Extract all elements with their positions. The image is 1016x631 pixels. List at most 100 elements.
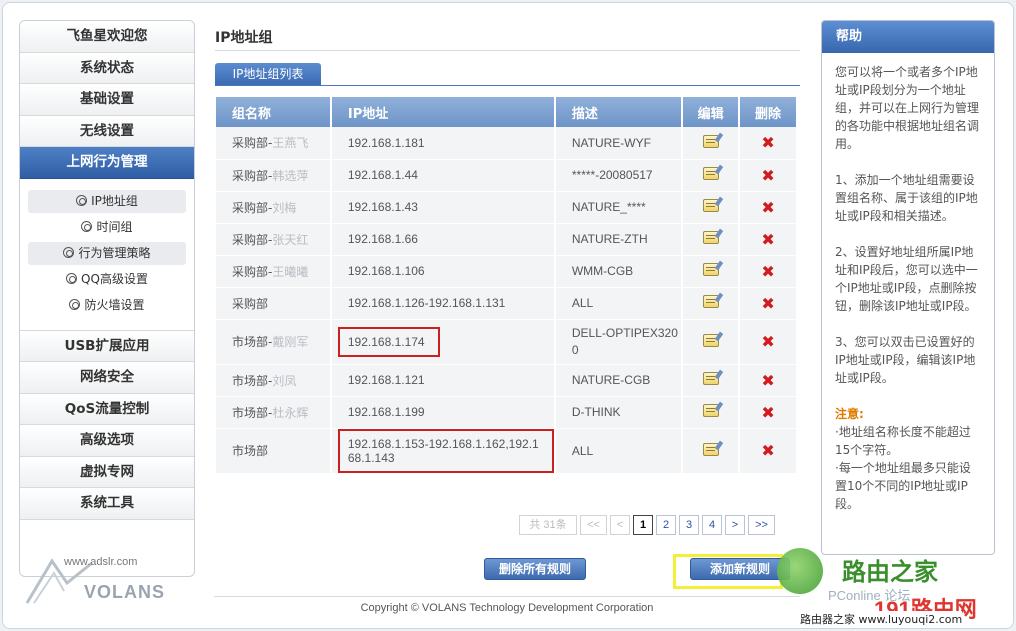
desc-cell: ALL — [554, 287, 684, 320]
table-row[interactable]: 市场部 192.168.1.153-192.168.1.162,192.1 68.… — [216, 428, 798, 474]
table-row[interactable]: 市场部-刘凤 192.168.1.121 NATURE-CGB ✖ — [216, 364, 798, 397]
edit-icon[interactable] — [702, 231, 719, 244]
sidebar: 飞鱼星欢迎您 系统状态 基础设置 无线设置 上网行为管理 IP地址组 时间组 行… — [19, 20, 195, 577]
column-header-ip: IP地址 — [330, 97, 556, 127]
group-name: 采购部- — [232, 168, 273, 183]
edit-icon[interactable] — [702, 442, 719, 456]
help-note: ·每一个地址组最多只能设置10个不同的IP地址或IP段。 — [835, 461, 971, 511]
help-body: 您可以将一个或者多个IP地址或IP段划分为一个地址组，并可以在上网行为管理的各功… — [822, 53, 994, 513]
edit-icon[interactable] — [702, 372, 719, 385]
divider — [215, 85, 800, 86]
delete-icon[interactable]: ✖ — [761, 133, 774, 152]
delete-icon[interactable]: ✖ — [761, 230, 774, 249]
desc-cell-wrap: 0 — [571, 342, 579, 357]
pager-page-4[interactable]: 4 — [702, 515, 722, 535]
edit-icon[interactable] — [702, 295, 719, 308]
ip-cell: 192.168.1.44 — [330, 159, 556, 192]
pager-page-2[interactable]: 2 — [656, 515, 676, 535]
edit-icon[interactable] — [702, 263, 719, 276]
desc-cell: NATURE-ZTH — [554, 223, 684, 256]
logo-url: www.adslr.com — [64, 556, 138, 568]
group-name: 采购部- — [232, 264, 273, 279]
help-paragraph: 2、设置好地址组所属IP地址和IP段后，您可以选中一个IP地址或IP段，点删除按… — [835, 245, 978, 313]
table-row[interactable]: 采购部-韩选萍 192.168.1.44 *****-20080517 ✖ — [216, 159, 798, 192]
edit-icon[interactable] — [702, 333, 719, 347]
add-rule-button[interactable]: 添加新规则 — [690, 558, 790, 580]
menu-item-behavior-management[interactable]: 上网行为管理 — [20, 147, 194, 179]
submenu-item-policies[interactable]: 行为管理策略 — [28, 241, 186, 265]
help-paragraph: 您可以将一个或者多个IP地址或IP段划分为一个地址组，并可以在上网行为管理的各功… — [835, 65, 980, 151]
group-name: 采购部- — [232, 200, 273, 215]
ip-cell: 192.168.1.106 — [330, 255, 556, 288]
delete-icon[interactable]: ✖ — [761, 198, 774, 217]
group-name-blurred: 韩选萍 — [272, 168, 309, 183]
radio-icon — [63, 246, 75, 258]
table-row[interactable]: 采购部-刘梅 192.168.1.43 NATURE_**** ✖ — [216, 191, 798, 224]
table-header: 组名称 IP地址 描述 编辑 删除 — [216, 97, 798, 127]
logo-brand: VOLANS — [84, 582, 166, 602]
submenu-item-ip-groups[interactable]: IP地址组 — [28, 189, 186, 213]
menu-item-qos[interactable]: QoS流量控制 — [20, 393, 194, 425]
pager-page-1[interactable]: 1 — [633, 515, 653, 535]
group-name: 市场部- — [232, 373, 273, 388]
menu-item-system-status[interactable]: 系统状态 — [20, 52, 194, 84]
table-row[interactable]: 采购部-张天红 192.168.1.66 NATURE-ZTH ✖ — [216, 223, 798, 256]
edit-icon[interactable] — [702, 199, 719, 212]
pager-page-3[interactable]: 3 — [679, 515, 699, 535]
delete-icon[interactable]: ✖ — [761, 441, 774, 460]
delete-icon[interactable]: ✖ — [761, 262, 774, 281]
menu-item-advanced[interactable]: 高级选项 — [20, 425, 194, 457]
table-row[interactable]: 市场部-杜永辉 192.168.1.199 D-THINK ✖ — [216, 396, 798, 429]
ip-cell: 192.168.1.181 — [330, 127, 556, 160]
edit-icon[interactable] — [702, 167, 719, 180]
menu-item-system-tools[interactable]: 系统工具 — [20, 488, 194, 520]
radio-icon — [76, 194, 88, 206]
pager-first-button[interactable]: << — [580, 515, 607, 535]
menu-item-usb[interactable]: USB扩展应用 — [20, 330, 194, 362]
group-name-blurred: 王曦曦 — [272, 264, 309, 279]
table-row[interactable]: 市场部-戴刚军 192.168.1.174 DELL-OPTIPEX320 0 ✖ — [216, 319, 798, 365]
menu-item-basic-settings[interactable]: 基础设置 — [20, 84, 194, 116]
delete-icon[interactable]: ✖ — [761, 166, 774, 185]
group-name-blurred: 杜永辉 — [272, 405, 309, 420]
submenu-item-time-groups[interactable]: 时间组 — [28, 216, 186, 239]
table-row[interactable]: 采购部-王曦曦 192.168.1.106 WMM-CGB ✖ — [216, 255, 798, 288]
desc-cell: *****-20080517 — [554, 159, 684, 192]
group-name: 市场部- — [232, 335, 273, 349]
menu-item-network-security[interactable]: 网络安全 — [20, 362, 194, 394]
radio-icon — [81, 220, 93, 232]
ip-group-table: 组名称 IP地址 描述 编辑 删除 采购部-王燕飞 192.168.1.181 … — [216, 97, 798, 474]
menu-item-wireless-settings[interactable]: 无线设置 — [20, 115, 194, 147]
edit-icon[interactable] — [702, 404, 719, 417]
desc-cell: D-THINK — [554, 396, 684, 429]
pager-last-button[interactable]: >> — [748, 515, 775, 535]
desc-cell: NATURE_**** — [554, 191, 684, 224]
column-header-delete: 删除 — [739, 97, 798, 127]
help-paragraph: 1、添加一个地址组需要设置组名称、属于该组的IP地址或IP段和相关描述。 — [835, 173, 978, 223]
table-row[interactable]: 采购部 192.168.1.126-192.168.1.131 ALL ✖ — [216, 287, 798, 320]
pager-prev-button[interactable]: < — [610, 515, 630, 535]
desc-cell: NATURE-CGB — [554, 364, 684, 397]
submenu-label: 防火墙设置 — [84, 297, 145, 312]
group-name: 采购部- — [232, 232, 273, 247]
radio-icon — [69, 298, 81, 310]
delete-icon[interactable]: ✖ — [761, 403, 774, 422]
delete-icon[interactable]: ✖ — [761, 294, 774, 313]
menu-item-vpn[interactable]: 虚拟专网 — [20, 456, 194, 488]
ip-cell: 192.168.1.199 — [330, 396, 556, 429]
edit-icon[interactable] — [702, 134, 719, 148]
table-row[interactable]: 采购部-王燕飞 192.168.1.181 NATURE-WYF ✖ — [216, 127, 798, 160]
delete-icon[interactable]: ✖ — [761, 332, 774, 351]
submenu-item-qq-settings[interactable]: QQ高级设置 — [28, 268, 186, 291]
submenu-label: 行为管理策略 — [78, 245, 151, 260]
submenu-item-firewall[interactable]: 防火墙设置 — [28, 294, 186, 317]
ip-cell: 192.168.1.66 — [330, 223, 556, 256]
group-name: 市场部- — [232, 405, 273, 420]
pager-next-button[interactable]: > — [725, 515, 745, 535]
delete-all-rules-button[interactable]: 删除所有规则 — [484, 558, 586, 580]
group-name-blurred: 刘凤 — [272, 373, 297, 388]
tab-ip-group-list[interactable]: IP地址组列表 — [215, 63, 321, 85]
menu-item-welcome[interactable]: 飞鱼星欢迎您 — [20, 21, 194, 53]
desc-cell: ALL — [554, 428, 684, 474]
delete-icon[interactable]: ✖ — [761, 371, 774, 390]
